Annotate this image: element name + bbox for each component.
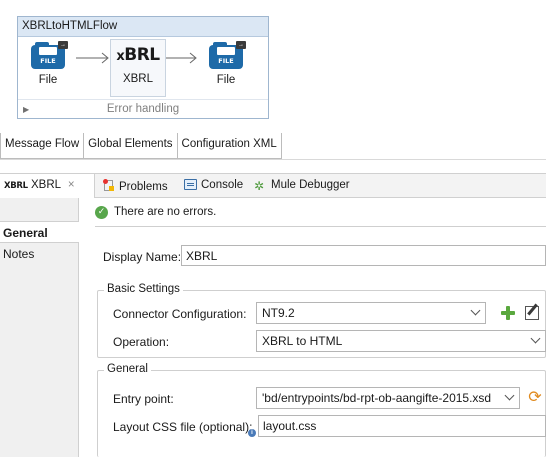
node-label: XBRL — [122, 73, 154, 85]
tab-label: XBRL — [31, 179, 61, 191]
status-text: There are no errors. — [114, 206, 217, 218]
divider — [95, 226, 546, 227]
node-label: File — [38, 74, 58, 86]
layout-css-input[interactable]: layout.css — [258, 415, 546, 437]
file-outbound-node[interactable]: FILE → File — [198, 41, 254, 86]
properties-view-tabs: XBRL XBRL × Problems Console ✲ Mule Debug… — [0, 173, 546, 198]
general-group: General — [97, 363, 546, 457]
file-connector-icon: FILE → — [209, 41, 246, 71]
chevron-down-icon — [472, 307, 480, 315]
tab-label: Console — [201, 179, 244, 191]
check-circle-icon: ✓ — [95, 205, 108, 219]
group-title: Basic Settings — [104, 283, 183, 295]
node-label: File — [216, 74, 236, 86]
tab-message-flow[interactable]: Message Flow — [0, 133, 85, 159]
flow-arrow-icon — [166, 52, 197, 64]
tab-label: Problems — [119, 181, 168, 193]
display-name-input[interactable]: XBRL — [181, 245, 546, 266]
chevron-down-icon — [506, 392, 514, 400]
xbrl-node[interactable]: xBRL XBRL — [110, 39, 166, 97]
display-name-label: Display Name: — [103, 250, 182, 264]
operation-label: Operation: — [113, 335, 170, 349]
error-handling-label: Error handling — [106, 103, 180, 115]
select-value: XBRL to HTML — [262, 334, 343, 348]
file-inbound-node[interactable]: FILE → File — [20, 41, 76, 86]
properties-sidebar: General Notes — [0, 198, 79, 457]
tab-console[interactable]: Console — [180, 174, 247, 198]
error-handling-row[interactable]: ▶ Error handling — [18, 99, 268, 119]
edit-icon[interactable] — [525, 306, 539, 320]
editor-tabs: Message Flow Global Elements Configurati… — [0, 133, 282, 159]
chevron-down-icon — [532, 335, 540, 343]
connector-config-label: Connector Configuration: — [113, 307, 247, 321]
divider — [0, 159, 546, 160]
flow-canvas: XBRLtoHTMLFlow FILE → File xBRL XBRL FIL… — [17, 16, 269, 119]
close-icon[interactable]: × — [68, 179, 75, 191]
flow-arrow-icon — [76, 52, 109, 64]
bug-icon: ✲ — [254, 179, 265, 193]
tab-label: Mule Debugger — [271, 179, 350, 191]
info-icon: i — [248, 429, 256, 437]
console-icon — [184, 179, 197, 190]
tab-global-elements[interactable]: Global Elements — [84, 133, 178, 159]
tab-mule-debugger[interactable]: ✲ Mule Debugger — [250, 174, 354, 198]
validation-status: ✓ There are no errors. — [95, 203, 216, 221]
select-value: NT9.2 — [262, 306, 295, 320]
flow-title[interactable]: XBRLtoHTMLFlow — [18, 17, 268, 37]
entry-point-select[interactable]: 'bd/entrypoints/bd-rpt-ob-aangifte-2015.… — [256, 387, 520, 409]
tab-problems[interactable]: Problems — [99, 174, 172, 198]
xbrl-mini-icon: XBRL — [4, 181, 28, 191]
xbrl-logo-icon: xBRL — [116, 45, 160, 65]
operation-select[interactable]: XBRL to HTML — [256, 330, 546, 352]
file-connector-icon: FILE → — [31, 41, 68, 71]
flow-nodes: FILE → File xBRL XBRL FILE → File — [18, 37, 268, 99]
connector-config-select[interactable]: NT9.2 — [256, 302, 486, 324]
tab-configuration-xml[interactable]: Configuration XML — [177, 133, 282, 159]
add-icon[interactable] — [501, 306, 515, 320]
select-value: 'bd/entrypoints/bd-rpt-ob-aangifte-2015.… — [262, 391, 492, 405]
sidebar-item-general[interactable]: General — [0, 221, 79, 243]
layout-css-label: Layout CSS file (optional): — [113, 420, 253, 434]
sidebar-item-notes[interactable]: Notes — [0, 243, 78, 265]
entry-point-label: Entry point: — [113, 392, 174, 406]
problems-icon — [103, 179, 115, 192]
refresh-icon[interactable]: ⟳ — [527, 389, 543, 405]
tab-xbrl-properties[interactable]: XBRL XBRL × — [0, 174, 95, 198]
group-title: General — [104, 363, 151, 375]
